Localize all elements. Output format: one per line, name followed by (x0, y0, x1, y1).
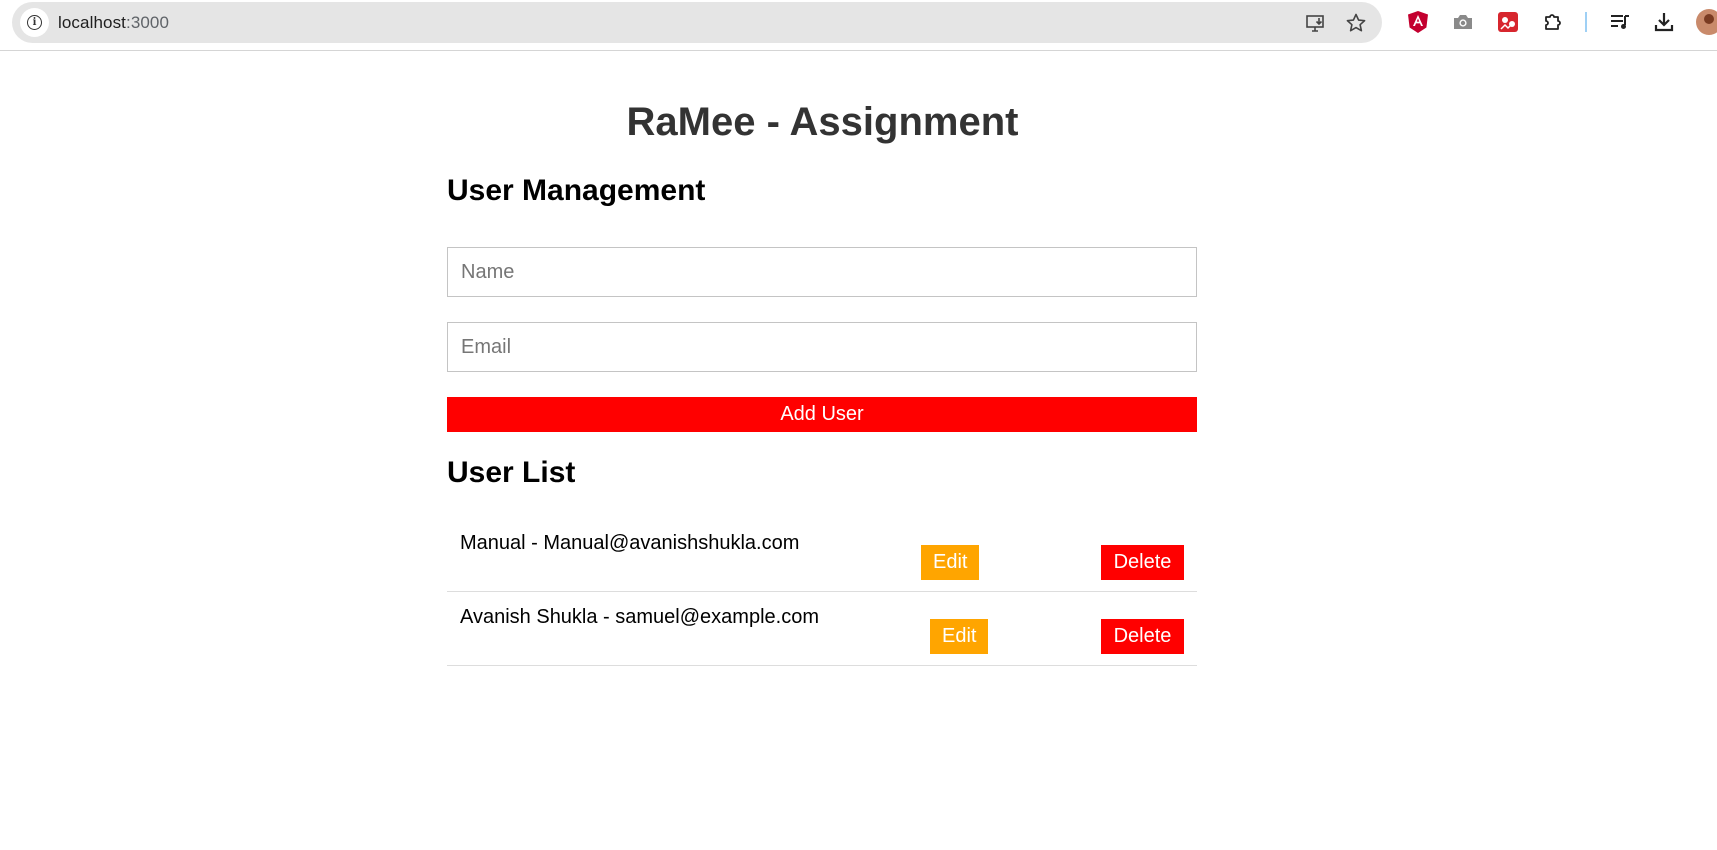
email-input[interactable] (447, 322, 1197, 372)
profile-avatar[interactable] (1696, 9, 1717, 35)
user-list-heading: User List (447, 456, 576, 489)
delete-button[interactable]: Delete (1101, 619, 1184, 654)
name-input[interactable] (447, 247, 1197, 297)
user-list-item: Avanish Shukla - samuel@example.com Edit… (447, 592, 1197, 666)
delete-button[interactable]: Delete (1101, 545, 1184, 580)
add-user-button[interactable]: Add User (447, 397, 1197, 432)
site-info-icon[interactable]: i (20, 8, 49, 37)
extension-red-icon[interactable] (1495, 9, 1521, 35)
user-list-item: Manual - Manual@avanishshukla.com Edit D… (447, 518, 1197, 592)
page-title: RaMee - Assignment (626, 100, 1019, 144)
install-app-icon[interactable] (1304, 11, 1328, 35)
screenshot-camera-icon[interactable] (1450, 9, 1476, 35)
user-info-text: Avanish Shukla - samuel@example.com (460, 606, 819, 628)
media-queue-icon[interactable] (1607, 9, 1633, 35)
angular-devtools-icon[interactable] (1405, 9, 1431, 35)
toolbar-separator (1585, 12, 1587, 32)
user-management-heading: User Management (447, 174, 706, 207)
downloads-icon[interactable] (1651, 9, 1677, 35)
edit-button[interactable]: Edit (930, 619, 989, 654)
bookmark-star-icon[interactable] (1344, 11, 1368, 35)
browser-toolbar: i localhost:3000 (0, 0, 1717, 51)
address-bar[interactable]: i localhost:3000 (12, 2, 1382, 43)
edit-button[interactable]: Edit (921, 545, 980, 580)
url-text[interactable]: localhost:3000 (58, 2, 169, 43)
user-info-text: Manual - Manual@avanishshukla.com (460, 532, 800, 554)
extensions-puzzle-icon[interactable] (1540, 9, 1566, 35)
